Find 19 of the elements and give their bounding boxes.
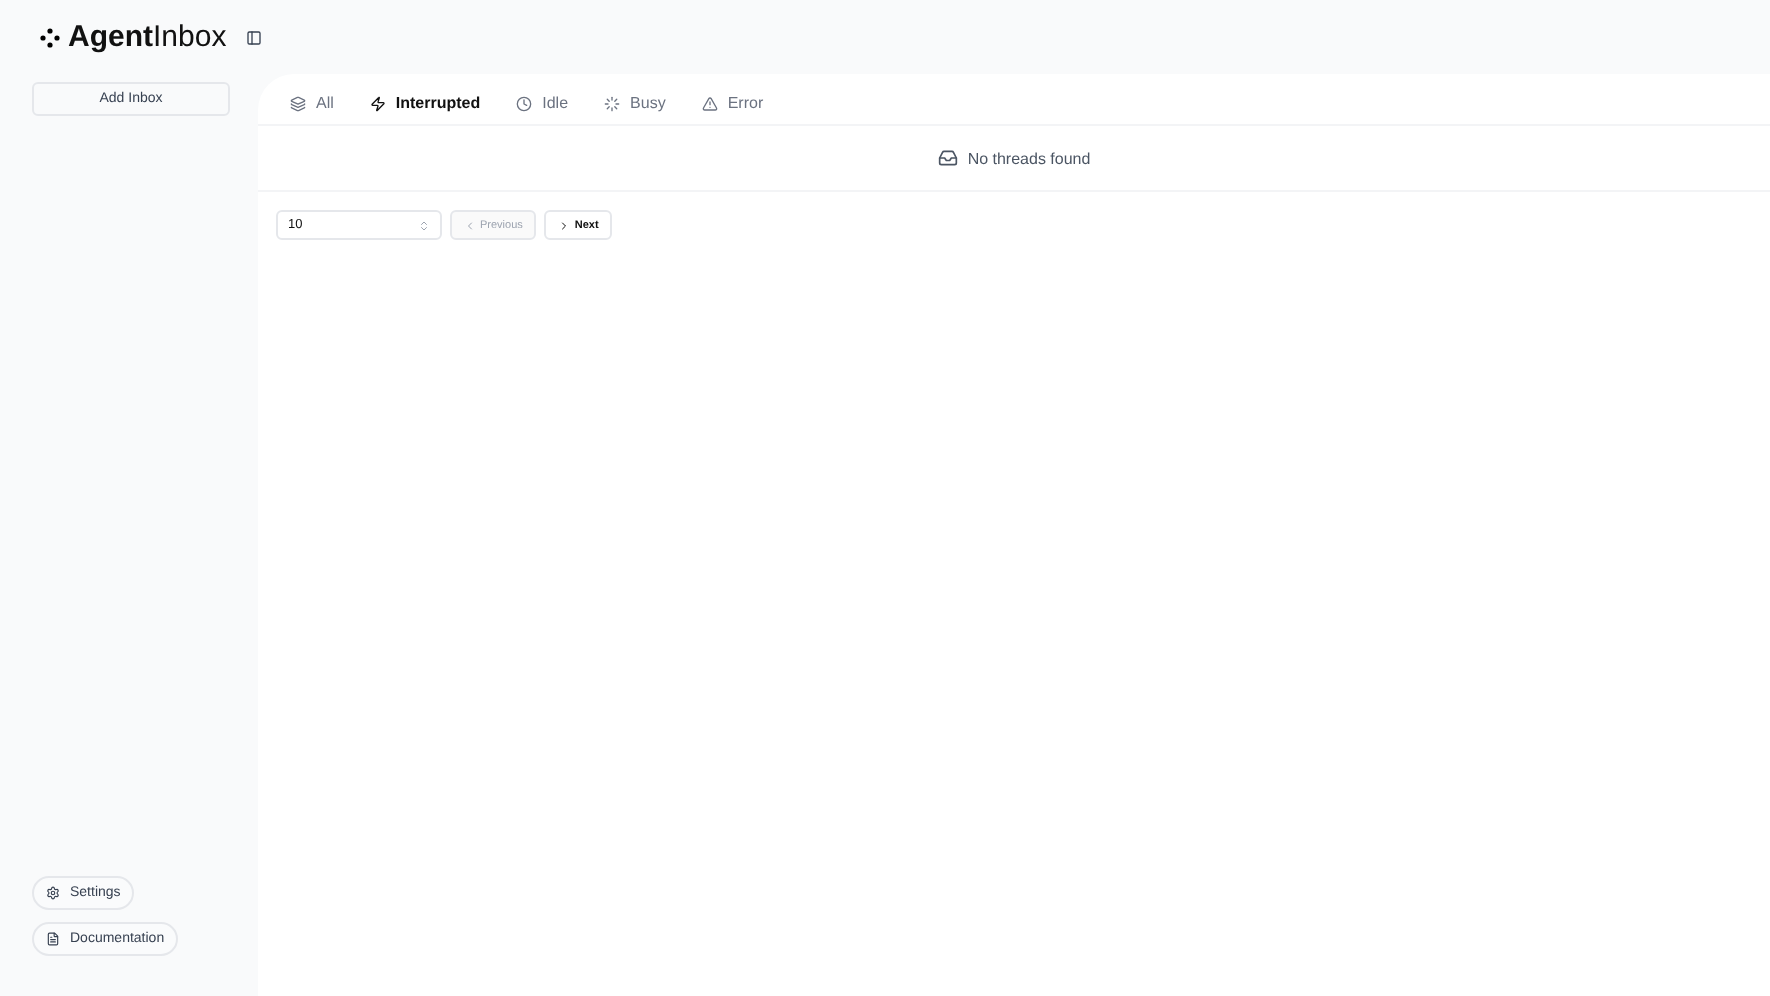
layers-icon — [290, 95, 306, 111]
clock-icon — [516, 95, 533, 111]
loader-icon — [604, 95, 621, 111]
inbox-icon — [937, 148, 958, 168]
app-name: AgentInbox — [68, 20, 227, 54]
filter-tab[interactable]: Idle — [516, 94, 569, 112]
document-icon — [46, 932, 60, 946]
warning-icon — [701, 95, 718, 111]
settings-icon — [46, 886, 60, 900]
chevron-right-icon — [558, 219, 571, 231]
filter-tab[interactable]: Interrupted — [369, 94, 481, 112]
logo-icon — [40, 27, 60, 47]
sidebar-toggle-icon[interactable] — [246, 29, 263, 45]
empty-message: No threads found — [967, 149, 1091, 167]
filter-tab[interactable]: Error — [701, 94, 764, 112]
zap-icon — [369, 95, 386, 111]
filter-tab[interactable]: All — [290, 94, 334, 112]
chevron-left-icon — [464, 219, 476, 231]
filter-tab[interactable]: Busy — [604, 94, 666, 112]
